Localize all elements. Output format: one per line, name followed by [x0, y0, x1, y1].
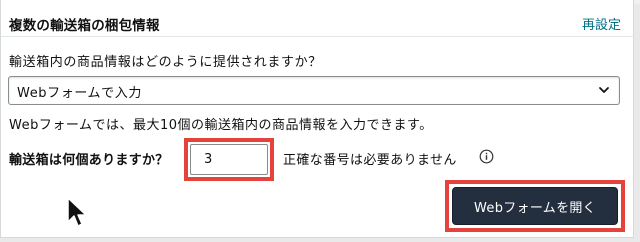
provision-question: 輸送箱内の商品情報はどのように提供されますか？ — [9, 55, 322, 70]
box-count-label: 輸送箱は何個ありますか？ — [9, 153, 169, 168]
section-title: 複数の輸送箱の梱包情報 — [9, 18, 160, 34]
divider — [1, 36, 635, 37]
reset-link[interactable]: 再設定 — [582, 14, 621, 33]
chevron-down-icon — [599, 87, 609, 93]
provision-method-select[interactable]: Webフォームで入力 — [8, 76, 620, 105]
webform-note: Webフォームでは、最大10個の輸送箱内の商品情報を入力できます。 — [9, 118, 433, 133]
select-value: Webフォームで入力 — [17, 86, 142, 101]
mouse-pointer-icon — [67, 197, 87, 227]
box-count-input[interactable] — [190, 144, 268, 175]
open-webform-button[interactable]: Webフォームを開く — [452, 187, 618, 225]
box-packing-panel: 複数の輸送箱の梱包情報 再設定 輸送箱内の商品情報はどのように提供されますか？ … — [0, 0, 635, 238]
info-icon[interactable] — [479, 149, 494, 164]
box-count-hint: 正確な番号は必要ありません — [283, 153, 457, 168]
